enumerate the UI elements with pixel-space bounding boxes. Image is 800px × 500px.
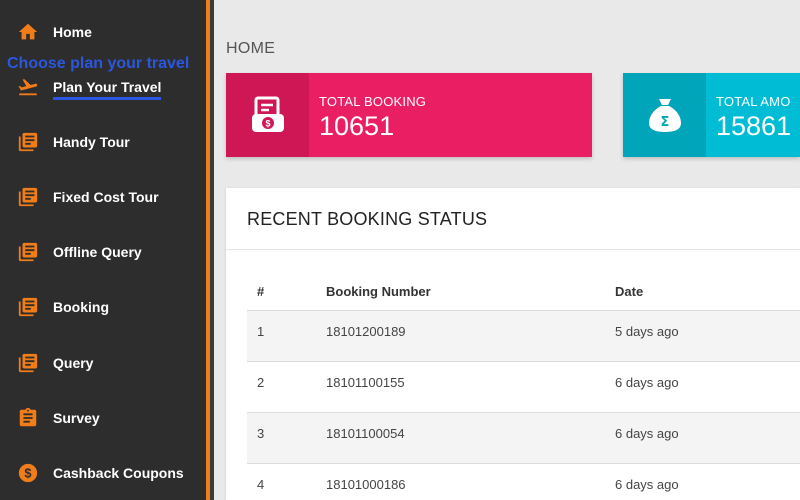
document-stack-icon [17,241,39,263]
booking-number: 18101000186 [326,477,406,492]
svg-text:$: $ [24,466,31,481]
total-booking-card[interactable]: $ TOTAL BOOKING 10651 [226,73,592,157]
breadcrumb: HOME [226,40,276,57]
sidebar-item-label: Cashback Coupons [53,465,184,481]
table-row[interactable]: 3 18101100054 6 days ago [247,412,800,463]
table-row[interactable]: 2 18101100155 6 days ago [247,361,800,412]
sidebar-item-label: Handy Tour [53,134,130,150]
home-icon [17,21,39,43]
sidebar-item-booking[interactable]: Booking [0,287,206,327]
svg-text:Σ: Σ [660,115,669,130]
column-header-booking-number[interactable]: Booking Number [326,284,431,299]
receipt-coin-icon: $ [226,73,309,157]
panel-divider [226,249,800,250]
booking-date: 6 days ago [615,477,679,492]
sidebar-item-label: Home [53,24,92,40]
document-stack-icon [17,296,39,318]
card-value: 10651 [319,111,395,141]
flight-takeoff-icon [17,76,39,98]
column-header-date[interactable]: Date [615,284,643,299]
row-number: 4 [257,477,265,492]
clipboard-icon [17,407,39,429]
sidebar-gap [210,0,214,500]
booking-number: 18101100054 [326,426,405,441]
table-row[interactable]: 4 18101000186 6 days ago [247,463,800,500]
row-number: 3 [257,426,265,441]
sidebar-item-plan-your-travel[interactable]: Plan Your Travel [0,67,206,107]
card-title: TOTAL BOOKING [319,94,427,109]
total-amount-card[interactable]: Σ TOTAL AMO 15861 [623,73,800,157]
table-row[interactable]: 1 18101200189 5 days ago [247,310,800,361]
booking-date: 5 days ago [615,324,679,339]
dollar-circle-icon: $ [17,462,39,484]
card-value: 15861 [716,111,792,141]
sidebar-item-cashback-coupons[interactable]: $ Cashback Coupons [0,453,206,493]
row-number: 1 [257,324,265,339]
svg-text:$: $ [265,119,270,129]
booking-number: 18101100155 [326,375,405,390]
card-title: TOTAL AMO [716,94,791,109]
sidebar-item-label: Survey [53,410,100,426]
recent-booking-panel: RECENT BOOKING STATUS # Booking Number D… [226,188,800,500]
booking-date: 6 days ago [615,426,679,441]
sidebar-item-label: Offline Query [53,244,142,260]
sidebar-item-label: Plan Your Travel [53,79,162,100]
money-bag-icon: Σ [623,73,706,157]
plan-travel-tooltip: Choose plan your travel [7,55,190,72]
document-stack-icon [17,131,39,153]
sidebar-item-label: Query [53,355,94,371]
sidebar-item-offline-query[interactable]: Offline Query [0,232,206,272]
column-header-number[interactable]: # [257,284,264,299]
sidebar-item-fixed-cost-tour[interactable]: Fixed Cost Tour [0,177,206,217]
sidebar-item-home[interactable]: Home [0,12,206,52]
sidebar-item-label: Booking [53,299,109,315]
booking-date: 6 days ago [615,375,679,390]
sidebar-item-query[interactable]: Query [0,343,206,383]
document-stack-icon [17,352,39,374]
booking-number: 18101200189 [326,324,406,339]
sidebar-item-handy-tour[interactable]: Handy Tour [0,122,206,162]
sidebar-item-label: Fixed Cost Tour [53,189,159,205]
panel-title: RECENT BOOKING STATUS [247,209,488,229]
sidebar-item-survey[interactable]: Survey [0,398,206,438]
document-stack-icon [17,186,39,208]
row-number: 2 [257,375,265,390]
sidebar: Home Plan Your Travel Handy Tour Fixed C… [0,0,206,500]
